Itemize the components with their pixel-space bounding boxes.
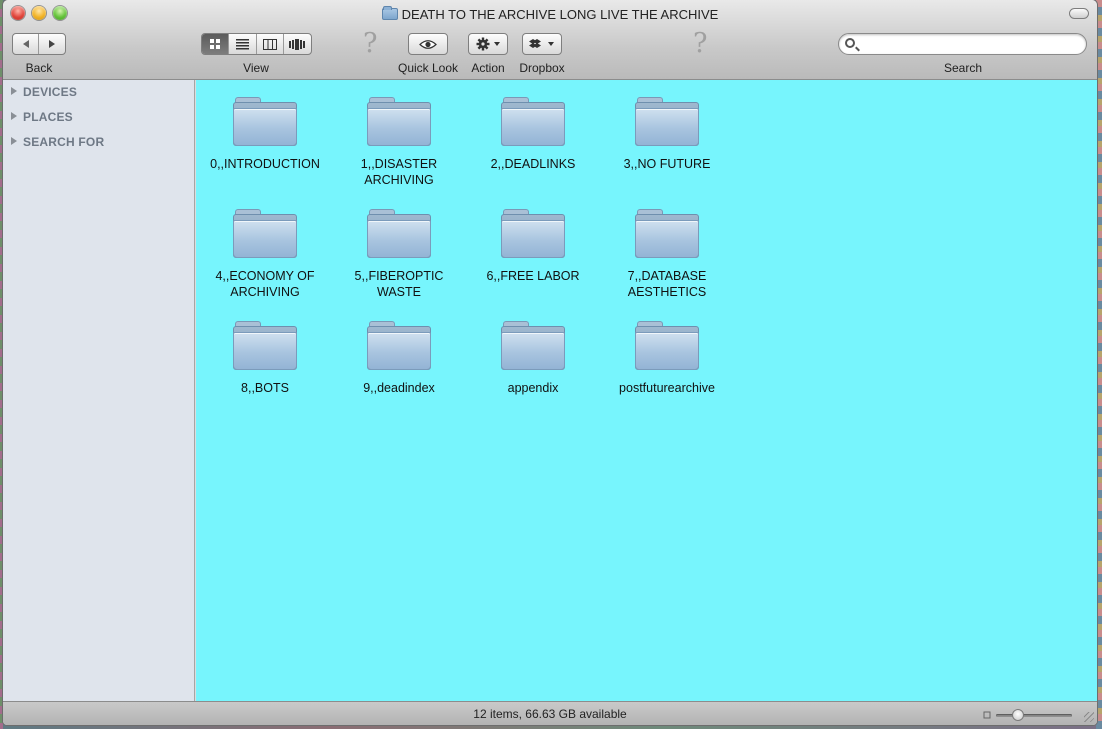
- folder-item[interactable]: postfuturearchive: [600, 320, 734, 396]
- folder-item[interactable]: 9,,deadindex: [332, 320, 466, 396]
- list-view-icon: [235, 38, 249, 49]
- search-label: Search: [943, 61, 983, 75]
- dropbox-icon: [529, 39, 554, 48]
- folder-item[interactable]: 4,,ECONOMY OF ARCHIVING: [198, 208, 332, 300]
- sidebar-section-search-for[interactable]: SEARCH FOR: [11, 135, 104, 149]
- folder-label: 6,,FREE LABOR: [486, 269, 580, 283]
- gear-icon: [476, 37, 500, 51]
- coverflow-view-icon: [289, 38, 306, 50]
- sidebar-section-label: SEARCH FOR: [23, 135, 105, 149]
- folder-icon: [233, 208, 297, 260]
- coverflow-view-button[interactable]: [284, 34, 311, 54]
- forward-arrow-icon: [49, 40, 55, 48]
- view-label: View: [243, 61, 269, 75]
- icon-size-slider-knob[interactable]: [1012, 709, 1024, 721]
- back-arrow-icon: [22, 40, 29, 48]
- resize-grip[interactable]: [1084, 712, 1094, 722]
- folder-item[interactable]: 8,,BOTS: [198, 320, 332, 396]
- back-label: Back: [25, 61, 53, 75]
- window-title-wrap: DEATH TO THE ARCHIVE LONG LIVE THE ARCHI…: [3, 6, 1097, 24]
- window-title: DEATH TO THE ARCHIVE LONG LIVE THE ARCHI…: [401, 7, 719, 22]
- eye-icon: [419, 39, 437, 49]
- action-button[interactable]: [468, 33, 508, 55]
- back-button[interactable]: [13, 34, 40, 54]
- folder-icon: [233, 320, 297, 372]
- folder-label: 7,,DATABASE AESTHETICS: [627, 269, 707, 299]
- quick-look-button[interactable]: [408, 33, 448, 55]
- search-input[interactable]: [861, 37, 1076, 51]
- disclosure-triangle-icon[interactable]: [11, 87, 17, 95]
- missing-item-icon: ?: [363, 28, 378, 59]
- quick-look-label: Quick Look: [397, 61, 459, 75]
- forward-button[interactable]: [39, 34, 65, 54]
- dropbox-label: Dropbox: [519, 61, 565, 75]
- folder-label: 2,,DEADLINKS: [490, 157, 576, 171]
- sidebar-section-label: DEVICES: [23, 85, 78, 99]
- folder-item[interactable]: 7,,DATABASE AESTHETICS: [600, 208, 734, 300]
- sidebar-section-label: PLACES: [23, 110, 73, 124]
- column-view-button[interactable]: [257, 34, 284, 54]
- back-forward-control: [12, 33, 66, 55]
- sidebar-section-places[interactable]: PLACES: [11, 110, 73, 124]
- folder-item[interactable]: 2,,DEADLINKS: [466, 96, 600, 172]
- toolbar-toggle-button[interactable]: [1069, 8, 1089, 19]
- folder-item[interactable]: 0,,INTRODUCTION: [198, 96, 332, 172]
- status-text: 12 items, 66.63 GB available: [473, 707, 627, 721]
- folder-icon: [501, 320, 565, 372]
- icon-size-slider[interactable]: [996, 709, 1072, 721]
- folder-label: postfuturearchive: [619, 381, 715, 395]
- folder-item[interactable]: 1,,DISASTER ARCHIVING: [332, 96, 466, 188]
- list-view-button[interactable]: [229, 34, 257, 54]
- folder-label: 5,,FIBEROPTIC WASTE: [354, 269, 444, 299]
- folder-label: 1,,DISASTER ARCHIVING: [360, 157, 438, 187]
- folder-icon: [635, 208, 699, 260]
- dropbox-button[interactable]: [522, 33, 562, 55]
- folder-label: 0,,INTRODUCTION: [210, 157, 320, 171]
- folder-icon: [233, 96, 297, 148]
- folder-label: 8,,BOTS: [241, 381, 289, 395]
- title-bar[interactable]: DEATH TO THE ARCHIVE LONG LIVE THE ARCHI…: [3, 0, 1097, 80]
- magnifier-icon: [845, 38, 855, 48]
- folder-item[interactable]: appendix: [466, 320, 600, 396]
- folder-icon: [367, 208, 431, 260]
- folder-label: 4,,ECONOMY OF ARCHIVING: [215, 269, 315, 299]
- folder-icon: [635, 96, 699, 148]
- disclosure-triangle-icon[interactable]: [11, 112, 17, 120]
- folder-icon: [501, 96, 565, 148]
- small-icon-size-icon: [983, 711, 991, 719]
- finder-window: DEATH TO THE ARCHIVE LONG LIVE THE ARCHI…: [3, 0, 1097, 725]
- folder-icon: [367, 320, 431, 372]
- folder-icon: [367, 96, 431, 148]
- folder-icon: [501, 208, 565, 260]
- folder-icon: [635, 320, 699, 372]
- folder-item[interactable]: 6,,FREE LABOR: [466, 208, 600, 284]
- folder-label: appendix: [507, 381, 559, 395]
- missing-item-icon: ?: [693, 28, 708, 59]
- status-bar: 12 items, 66.63 GB available: [3, 701, 1097, 725]
- folder-item[interactable]: 3,,NO FUTURE: [600, 96, 734, 172]
- folder-content-area[interactable]: 0,,INTRODUCTION 1,,DISASTER ARCHIVING 2,…: [196, 80, 1097, 701]
- folder-item[interactable]: 5,,FIBEROPTIC WASTE: [332, 208, 466, 300]
- disclosure-triangle-icon[interactable]: [11, 137, 17, 145]
- folder-label: 9,,deadindex: [363, 381, 435, 395]
- icon-view-button[interactable]: [202, 34, 230, 54]
- icon-view-icon: [210, 39, 221, 49]
- column-view-icon: [262, 38, 277, 50]
- action-label: Action: [471, 61, 505, 75]
- folder-icon: [381, 6, 398, 20]
- folder-label: 3,,NO FUTURE: [623, 157, 711, 171]
- view-control: [201, 33, 312, 55]
- sidebar: DEVICES PLACES SEARCH FOR: [3, 80, 195, 701]
- search-field[interactable]: [838, 33, 1087, 55]
- sidebar-section-devices[interactable]: DEVICES: [11, 85, 77, 99]
